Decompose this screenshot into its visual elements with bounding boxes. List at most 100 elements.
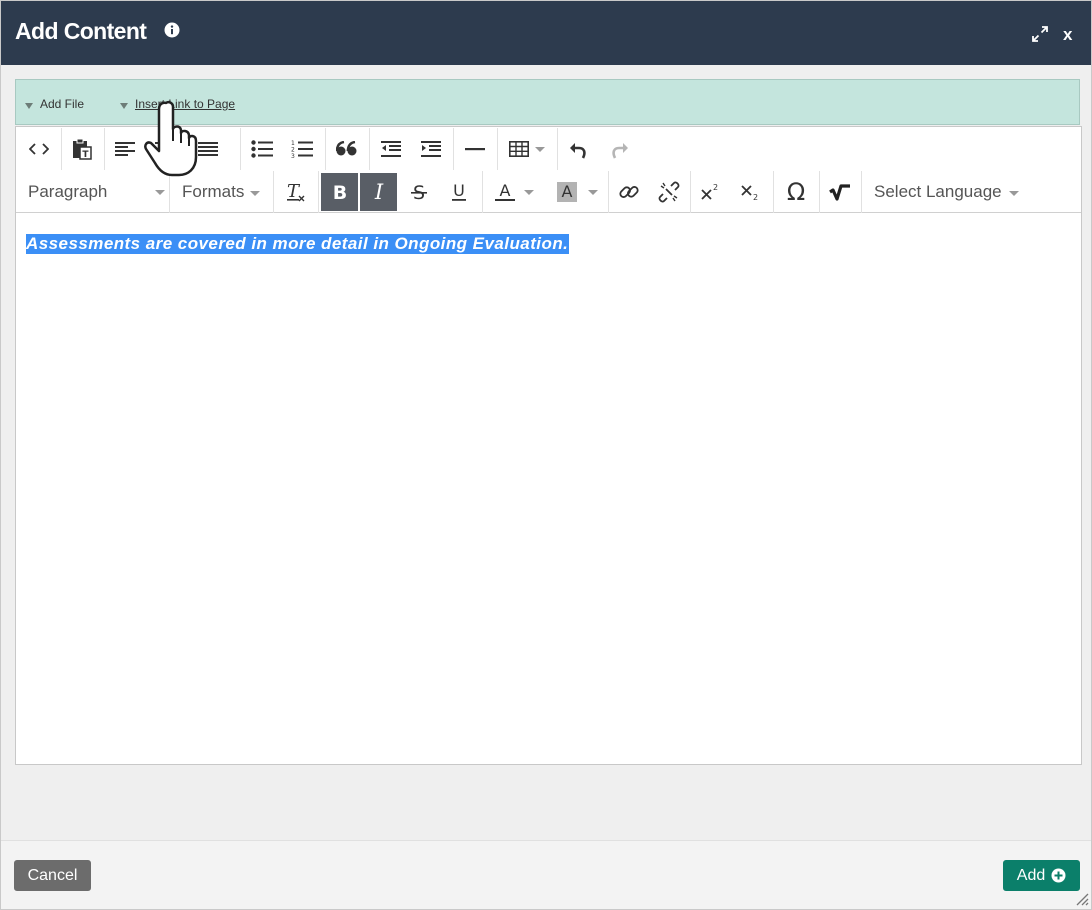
blockquote-button[interactable]	[327, 128, 367, 170]
rich-text-editor: T 123 Paragraph Formats T B I U A A 2 2 …	[15, 126, 1082, 765]
add-button-label: Add	[1016, 866, 1046, 884]
align-left-icon	[115, 142, 135, 156]
superscript-button[interactable]: 2	[692, 171, 730, 213]
bullet-list-button[interactable]	[242, 128, 282, 170]
formats-select[interactable]: Formats	[182, 171, 278, 213]
link-icon	[619, 186, 639, 198]
chevron-down-icon	[535, 146, 545, 152]
editor-toolbar: T 123 Paragraph Formats T B I U A A 2 2 …	[16, 127, 1081, 213]
add-button[interactable]: Add	[1003, 860, 1080, 891]
cancel-button[interactable]: Cancel	[14, 860, 91, 891]
insert-link-button[interactable]: Insert Link to Page	[120, 97, 235, 111]
redo-button[interactable]	[599, 128, 639, 170]
language-label: Select Language	[874, 182, 1002, 201]
clear-formatting-icon: T	[287, 181, 305, 202]
svg-text:T: T	[82, 150, 89, 160]
underline-button[interactable]: U	[439, 171, 479, 213]
special-character-button[interactable]: Ω	[775, 171, 817, 213]
align-center-button[interactable]	[146, 128, 184, 170]
add-file-button[interactable]: Add File	[25, 97, 84, 111]
insert-link-label: Insert Link to Page	[135, 97, 236, 111]
align-justify-button[interactable]	[188, 128, 228, 170]
caret-down-icon	[25, 103, 33, 109]
underline-icon: U	[452, 181, 466, 201]
dialog-header: Add Content x	[1, 1, 1091, 65]
dialog-footer: Cancel Add	[1, 840, 1091, 909]
selected-text[interactable]: Assessments are covered in more detail i…	[26, 234, 570, 254]
file-bar: Add File Insert Link to Page	[15, 79, 1080, 125]
caret-down-icon	[120, 103, 128, 109]
numbered-list-button[interactable]: 123	[282, 128, 322, 170]
formats-label: Formats	[182, 182, 245, 201]
outdent-button[interactable]	[371, 128, 411, 170]
superscript-icon: 2	[701, 183, 718, 200]
chevron-down-icon	[250, 190, 261, 196]
source-code-button[interactable]	[19, 128, 59, 170]
strikethrough-button[interactable]: S	[400, 171, 438, 213]
expand-icon[interactable]	[1031, 25, 1049, 43]
svg-text:A: A	[562, 182, 573, 201]
align-justify-icon	[198, 142, 218, 156]
unlink-icon	[658, 181, 680, 203]
align-center-icon	[155, 142, 175, 156]
block-format-select[interactable]: Paragraph	[28, 171, 178, 213]
horizontal-rule-icon	[465, 148, 485, 151]
bold-icon: B	[332, 182, 346, 202]
svg-text:B: B	[332, 182, 346, 202]
svg-text:3: 3	[291, 153, 295, 159]
add-file-label: Add File	[40, 97, 85, 111]
bullet-list-icon	[251, 140, 273, 158]
paste-text-button[interactable]: T	[63, 128, 101, 170]
chevron-down-icon	[524, 189, 534, 195]
block-format-value: Paragraph	[28, 182, 108, 201]
svg-text:2: 2	[753, 193, 758, 202]
omega-icon: Ω	[787, 181, 805, 203]
subscript-button[interactable]: 2	[732, 171, 770, 213]
chevron-down-icon	[588, 189, 598, 195]
numbered-list-icon: 123	[291, 140, 313, 159]
svg-text:A: A	[500, 181, 511, 200]
strikethrough-icon: S	[411, 182, 427, 202]
subscript-icon: 2	[741, 185, 758, 202]
insert-link-editor-button[interactable]	[610, 171, 648, 213]
undo-button[interactable]	[559, 128, 599, 170]
paste-icon: T	[73, 138, 92, 160]
resize-handle-icon[interactable]	[1073, 890, 1089, 906]
italic-icon: I	[373, 182, 383, 202]
chevron-down-icon	[1008, 190, 1019, 196]
indent-button[interactable]	[411, 128, 451, 170]
background-color-icon: A	[557, 182, 577, 202]
language-select[interactable]: Select Language	[874, 171, 1034, 213]
svg-text:Ω: Ω	[787, 181, 805, 203]
text-color-button[interactable]: A	[486, 171, 542, 213]
undo-icon	[570, 143, 586, 159]
add-content-dialog: Add Content x Add File Insert Link to Pa…	[0, 0, 1092, 910]
text-color-icon: A	[495, 181, 515, 201]
redo-icon	[612, 143, 628, 159]
svg-text:2: 2	[713, 183, 718, 192]
quote-icon	[336, 141, 357, 156]
italic-button[interactable]: I	[360, 173, 397, 211]
editor-content-area[interactable]: Assessments are covered in more detail i…	[16, 214, 1081, 764]
svg-text:U: U	[453, 181, 465, 200]
clear-formatting-button[interactable]: T	[277, 171, 315, 213]
unlink-button[interactable]	[650, 171, 688, 213]
background-color-button[interactable]: A	[548, 171, 606, 213]
align-left-button[interactable]	[106, 128, 144, 170]
square-root-icon	[829, 184, 850, 201]
close-button[interactable]: x	[1063, 25, 1072, 45]
svg-text:I: I	[373, 182, 383, 202]
horizontal-rule-button[interactable]	[455, 128, 495, 170]
code-icon	[29, 143, 49, 155]
math-equation-button[interactable]	[821, 171, 859, 213]
outdent-icon	[381, 141, 401, 157]
info-icon[interactable]	[164, 22, 180, 38]
table-icon	[509, 141, 529, 157]
indent-icon	[421, 141, 441, 157]
table-button[interactable]	[499, 128, 555, 170]
plus-circle-icon	[1051, 868, 1066, 883]
chevron-down-icon	[155, 190, 165, 195]
bold-button[interactable]: B	[321, 173, 358, 211]
svg-text:T: T	[287, 181, 301, 202]
dialog-title: Add Content	[15, 18, 147, 44]
